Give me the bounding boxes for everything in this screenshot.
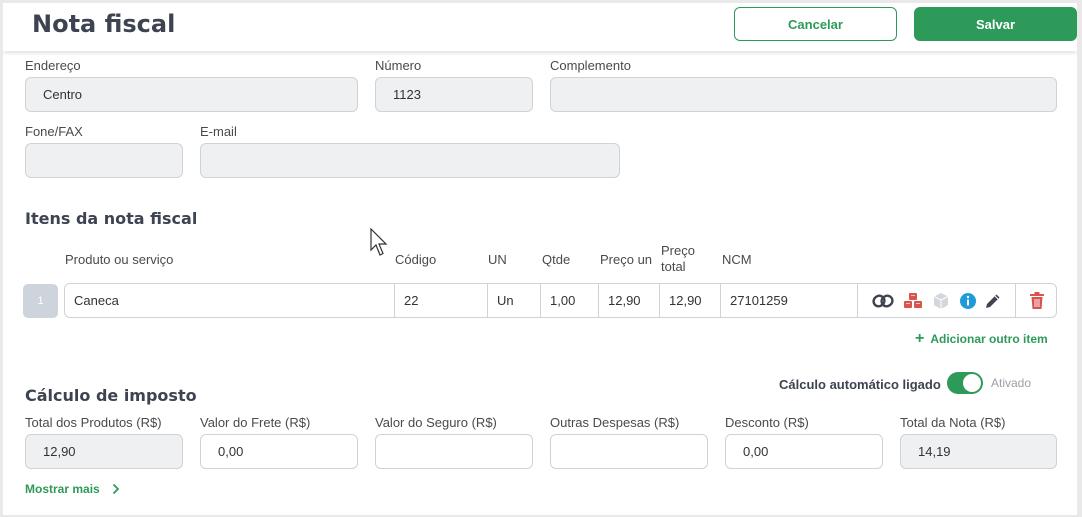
item-preco-un-field[interactable]: 12,90 [599,284,660,317]
mouse-cursor-icon [370,228,388,256]
plus-icon: + [915,330,925,347]
item-row: Caneca 22 Un 1,00 12,90 12,90 27101259 [64,283,1057,318]
save-button[interactable]: Salvar [914,7,1077,41]
item-index: 1 [23,284,58,318]
fone-label: Fone/FAX [25,124,83,139]
col-qtde: Qtde [542,252,571,267]
cubes-icon[interactable] [901,290,925,312]
item-preco-total-field[interactable]: 12,90 [660,284,721,317]
seguro-label: Valor do Seguro (R$) [375,415,497,430]
auto-calc-toggle[interactable] [947,372,983,394]
item-un-field[interactable]: Un [488,284,541,317]
seguro-field[interactable] [375,434,533,469]
fone-field[interactable] [25,143,183,178]
cancel-button[interactable]: Cancelar [734,7,897,41]
numero-label: Número [375,58,422,73]
page-title: Nota fiscal [32,10,176,38]
email-field[interactable] [200,143,620,178]
col-preco-un: Preço un [600,252,653,267]
item-qtde-field[interactable]: 1,00 [541,284,599,317]
item-ncm-field[interactable]: 27101259 [721,284,858,317]
col-preco-total: Preço total [661,243,695,274]
numero-field[interactable]: 1123 [375,77,533,112]
auto-calc-label: Cálculo automático ligado [779,377,941,392]
show-more-label: Mostrar mais [25,482,100,496]
total-produtos-label: Total dos Produtos (R$) [25,415,162,430]
chevron-right-icon [112,483,119,495]
total-nota-field: 14,19 [900,434,1057,469]
desconto-field[interactable]: 0,00 [725,434,883,469]
endereco-field[interactable]: Centro [25,77,358,112]
col-codigo: Código [395,252,437,267]
outras-despesas-label: Outras Despesas (R$) [550,415,680,430]
col-un: UN [488,252,507,267]
total-nota-label: Total da Nota (R$) [900,415,1006,430]
add-item-label: Adicionar outro item [930,332,1048,346]
frete-label: Valor do Frete (R$) [200,415,311,430]
tax-title: Cálculo de imposto [25,386,197,405]
info-icon[interactable] [956,290,980,312]
email-label: E-mail [200,124,237,139]
show-more-button[interactable]: Mostrar mais [25,482,120,496]
endereco-label: Endereço [25,58,81,73]
header-bar: Nota fiscal Cancelar Salvar [3,3,1077,51]
items-title: Itens da nota fiscal [25,209,198,228]
complemento-label: Complemento [550,58,631,73]
total-produtos-field: 12,90 [25,434,183,469]
pencil-icon[interactable] [981,290,1005,312]
invoice-form: Nota fiscal Cancelar Salvar Endereço Cen… [3,3,1077,515]
trash-icon[interactable] [1025,290,1049,312]
frete-field[interactable]: 0,00 [200,434,358,469]
toggle-knob [963,374,981,392]
add-item-button[interactable]: + Adicionar outro item [915,330,1048,347]
outras-despesas-field[interactable] [550,434,708,469]
auto-calc-state: Ativado [991,376,1032,390]
link-icon[interactable] [871,290,895,312]
box-icon[interactable] [929,290,953,312]
col-ncm: NCM [722,252,752,267]
item-produto-field[interactable]: Caneca [65,284,395,317]
desconto-label: Desconto (R$) [725,415,809,430]
item-codigo-field[interactable]: 22 [395,284,488,317]
col-produto: Produto ou serviço [65,252,174,267]
complemento-field[interactable] [550,77,1057,112]
